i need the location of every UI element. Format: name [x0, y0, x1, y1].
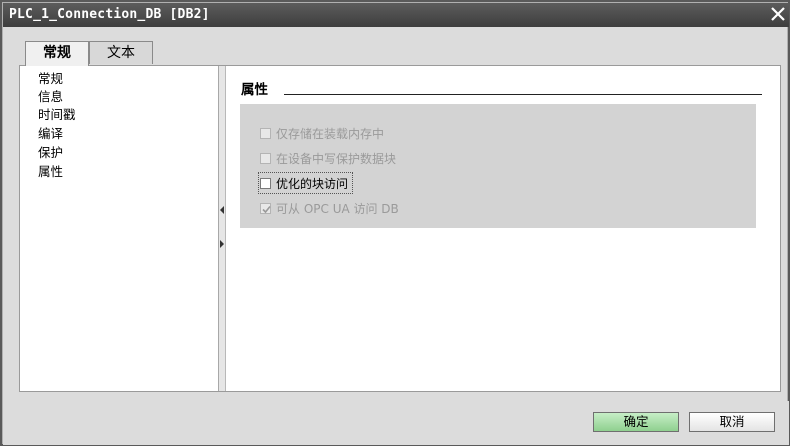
option-opc-ua-access[interactable]: 可从 OPC UA 访问 DB: [260, 199, 399, 217]
arrow-right-icon: [220, 240, 224, 248]
option-write-protect[interactable]: 在设备中写保护数据块: [260, 149, 396, 167]
ok-button[interactable]: 确定: [593, 412, 679, 432]
tab-general[interactable]: 常规: [25, 41, 89, 66]
sidebar-item-compile[interactable]: 编译: [38, 125, 63, 143]
dialog-footer: 确定 取消: [3, 401, 789, 445]
section-title: 属性: [241, 82, 268, 98]
checkmark-icon: [262, 205, 271, 213]
sidebar-item-timestamp[interactable]: 时间戳: [38, 106, 76, 124]
close-button[interactable]: [769, 5, 787, 23]
option-label: 优化的块访问: [276, 176, 349, 191]
close-icon: [771, 7, 785, 21]
panel-splitter[interactable]: [219, 66, 226, 391]
option-optimized-access[interactable]: 优化的块访问: [257, 172, 354, 194]
sidebar-item-general[interactable]: 常规: [38, 70, 63, 88]
checkbox-write-protect[interactable]: [260, 152, 271, 164]
attributes-group: 仅存储在装载内存中 在设备中写保护数据块 优化的块访问 可从 OPC UA 访问…: [240, 104, 756, 228]
tab-text[interactable]: 文本: [89, 41, 153, 64]
title-bar[interactable]: PLC_1_Connection_DB [DB2]: [3, 3, 789, 27]
sidebar-nav: 常规 信息 时间戳 编译 保护 属性: [20, 66, 219, 391]
option-label: 可从 OPC UA 访问 DB: [276, 201, 399, 216]
sidebar-item-protection[interactable]: 保护: [38, 144, 63, 162]
collapse-left-button[interactable]: [219, 204, 225, 214]
checkbox-opc-ua-access[interactable]: [260, 202, 271, 214]
option-label: 在设备中写保护数据块: [276, 151, 397, 166]
sidebar-item-info[interactable]: 信息: [38, 88, 63, 106]
checkbox-optimized-access[interactable]: [260, 177, 271, 189]
checkbox-load-memory-only[interactable]: [260, 127, 271, 139]
window-title: PLC_1_Connection_DB [DB2]: [9, 7, 210, 22]
option-load-memory-only[interactable]: 仅存储在装载内存中: [260, 124, 384, 142]
properties-dialog: PLC_1_Connection_DB [DB2] 常规 文本 常规 信息 时间…: [2, 2, 789, 445]
section-divider: [284, 94, 762, 95]
tab-panel: 常规 信息 时间戳 编译 保护 属性 属性 仅存储在装载内存中 在设备中写保护数…: [19, 65, 781, 392]
arrow-left-icon: [220, 206, 224, 214]
expand-right-button[interactable]: [219, 238, 225, 248]
attributes-content: 属性 仅存储在装载内存中 在设备中写保护数据块 优化的块访问 可从 OPC UA…: [226, 66, 780, 391]
option-label: 仅存储在装载内存中: [276, 126, 385, 141]
sidebar-item-attributes[interactable]: 属性: [38, 163, 63, 181]
cancel-button[interactable]: 取消: [689, 412, 775, 432]
